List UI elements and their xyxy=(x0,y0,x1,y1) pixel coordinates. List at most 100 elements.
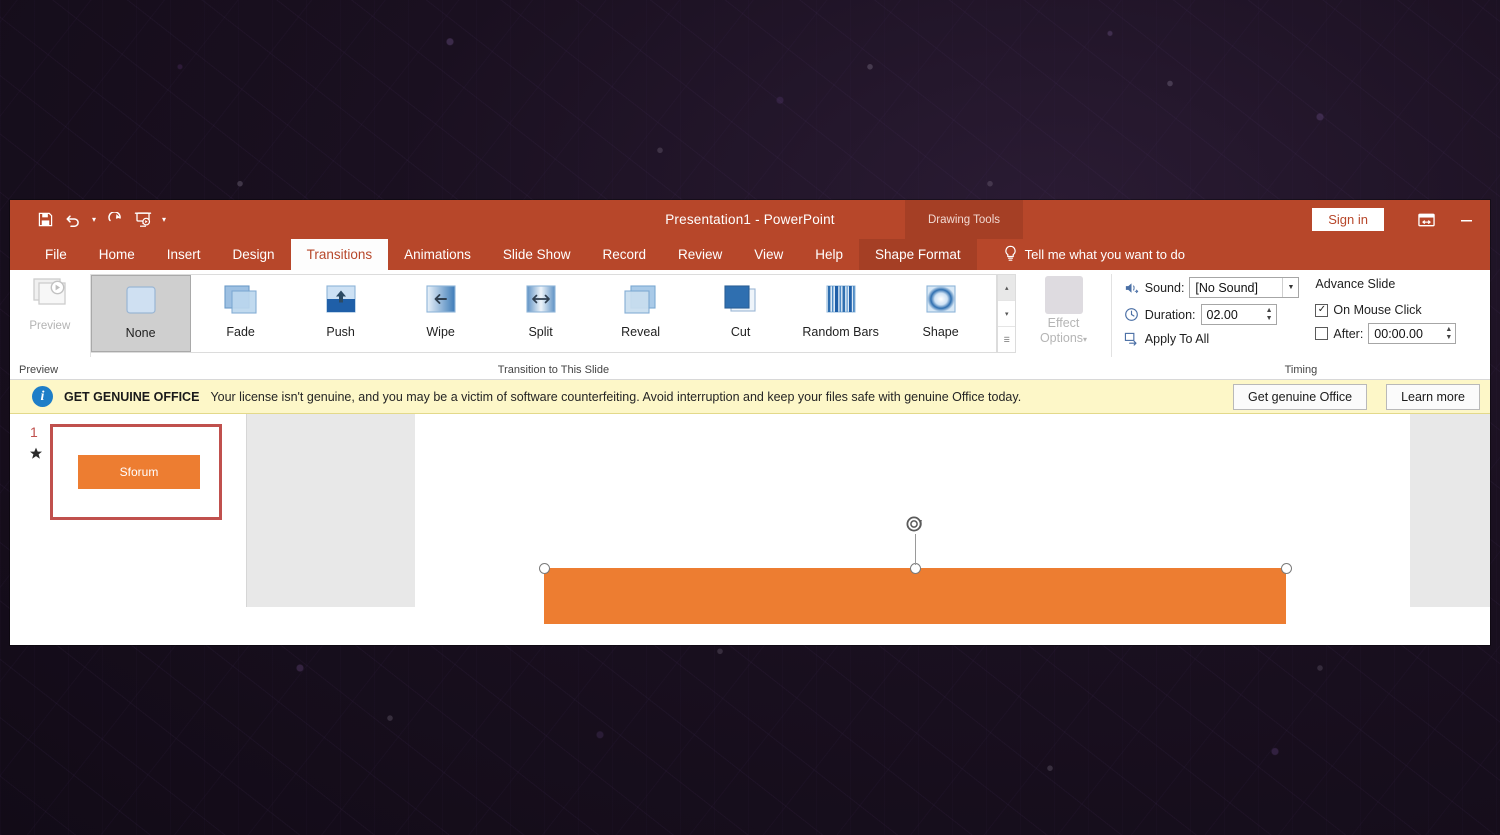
ribbon: Preview Preview None Fade Push Wipe Spli… xyxy=(10,270,1490,380)
ribbon-group-timing: Sound: [No Sound] ▼ Duration: 02.00 ▲ ▼ … xyxy=(1112,270,1490,379)
learn-more-button[interactable]: Learn more xyxy=(1386,383,1480,410)
transition-wipe-label: Wipe xyxy=(426,325,455,339)
notification-message: Your license isn't genuine, and you may … xyxy=(210,389,1022,404)
window-title: Presentation1 - PowerPoint xyxy=(665,212,835,227)
slides-thumbnail-pane: 1 Sforum xyxy=(10,414,247,607)
tab-animations[interactable]: Animations xyxy=(388,239,487,270)
sound-combobox[interactable]: [No Sound] ▼ xyxy=(1189,277,1300,298)
transition-none[interactable]: None xyxy=(90,275,191,352)
tab-view[interactable]: View xyxy=(738,239,799,270)
transitions-group-label: Transition to This Slide xyxy=(497,364,610,376)
sound-dropdown-caret[interactable]: ▼ xyxy=(1282,278,1298,297)
gallery-scroll-up[interactable]: ▴ xyxy=(998,275,1016,301)
ribbon-display-options-icon[interactable] xyxy=(1406,200,1446,239)
on-mouse-click-checkbox[interactable]: ✓ xyxy=(1315,303,1329,317)
transition-reveal[interactable]: Reveal xyxy=(591,275,691,352)
save-icon[interactable] xyxy=(32,207,58,233)
tab-help[interactable]: Help xyxy=(799,239,859,270)
effect-options-icon xyxy=(1044,276,1083,314)
transition-cut-label: Cut xyxy=(730,325,751,339)
tell-me-search[interactable]: Tell me what you want to do xyxy=(977,239,1185,270)
transition-split[interactable]: Split xyxy=(491,275,591,352)
ribbon-group-effect-options: Effect Options▾ xyxy=(1016,270,1111,379)
gallery-scroll-controls[interactable]: ▴ ▾ ☰ xyxy=(997,274,1017,353)
duration-spinbox[interactable]: 02.00 ▲ ▼ xyxy=(1200,304,1277,325)
rotate-handle-icon[interactable] xyxy=(904,513,926,535)
tab-home[interactable]: Home xyxy=(83,239,151,270)
transitions-gallery[interactable]: None Fade Push Wipe Split Reveal Cut Ran… xyxy=(90,274,998,353)
slide-canvas[interactable] xyxy=(415,414,1410,624)
tab-insert[interactable]: Insert xyxy=(151,239,217,270)
shape-thumb xyxy=(920,284,962,320)
after-spinner[interactable]: ▲ ▼ xyxy=(1442,326,1455,342)
gallery-scroll-down[interactable]: ▾ xyxy=(998,301,1016,327)
ribbon-tab-strip: File Home Insert Design Transitions Anim… xyxy=(10,239,1490,270)
effect-options-caret[interactable]: ▾ xyxy=(1083,335,1087,344)
fade-thumb xyxy=(220,284,262,320)
transition-shape-label: Shape xyxy=(922,325,959,339)
start-from-beginning-icon[interactable] xyxy=(130,207,156,233)
reveal-thumb xyxy=(620,284,662,320)
info-icon: i xyxy=(32,386,53,407)
transition-shape[interactable]: Shape xyxy=(891,275,991,352)
sound-value: [No Sound] xyxy=(1195,280,1258,295)
rotation-handle-stem xyxy=(914,534,916,565)
sign-in-button[interactable]: Sign in xyxy=(1312,208,1384,231)
duration-spinner[interactable]: ▲ ▼ xyxy=(1263,307,1276,323)
tab-slide-show[interactable]: Slide Show xyxy=(487,239,587,270)
transition-split-label: Split xyxy=(528,325,553,339)
apply-to-all-icon xyxy=(1124,331,1140,347)
preview-group-label: Preview xyxy=(19,364,59,376)
selection-handle-top-left[interactable] xyxy=(538,562,550,574)
after-spinbox[interactable]: 00:00.00 ▲ ▼ xyxy=(1368,323,1457,344)
transition-fade[interactable]: Fade xyxy=(191,275,291,352)
gallery-more-button[interactable]: ☰ xyxy=(998,327,1015,352)
lightbulb-icon xyxy=(1003,245,1018,265)
push-thumb xyxy=(320,284,362,320)
genuine-office-notification-bar: i GET GENUINE OFFICE Your license isn't … xyxy=(10,380,1490,414)
sound-row: Sound: [No Sound] ▼ xyxy=(1124,277,1300,298)
tab-review[interactable]: Review xyxy=(662,239,738,270)
timing-group-label: Timing xyxy=(1284,364,1318,376)
sound-label: Sound: xyxy=(1144,280,1185,295)
undo-icon[interactable] xyxy=(60,207,86,233)
thumbnail-shape-text: Sforum xyxy=(78,455,200,489)
selected-shape[interactable] xyxy=(544,568,1286,624)
slide-thumbnail-1[interactable]: Sforum xyxy=(50,424,222,520)
transition-cut[interactable]: Cut xyxy=(691,275,791,352)
after-checkbox[interactable] xyxy=(1315,327,1329,340)
effect-options-button[interactable]: Effect Options▾ xyxy=(1026,276,1102,347)
notification-headline: GET GENUINE OFFICE xyxy=(64,389,200,404)
duration-row: Duration: 02.00 ▲ ▼ xyxy=(1124,304,1300,325)
clock-icon xyxy=(1124,307,1140,323)
apply-to-all-button[interactable]: Apply To All xyxy=(1124,331,1300,347)
on-mouse-click-row[interactable]: ✓ On Mouse Click xyxy=(1315,303,1456,317)
ribbon-group-preview: Preview Preview xyxy=(10,270,90,379)
split-thumb xyxy=(520,284,562,320)
tell-me-label: Tell me what you want to do xyxy=(1024,247,1186,262)
selection-handle-top-right[interactable] xyxy=(1280,562,1292,574)
title-bar: ▾ ▾ Presentation1 - PowerPoint Drawing T… xyxy=(10,200,1490,239)
tab-design[interactable]: Design xyxy=(217,239,291,270)
cut-thumb xyxy=(720,284,762,320)
transition-push-label: Push xyxy=(326,325,355,339)
tab-file[interactable]: File xyxy=(29,239,83,270)
tab-shape-format[interactable]: Shape Format xyxy=(859,239,977,270)
transition-random-bars[interactable]: Random Bars xyxy=(791,275,891,352)
undo-dropdown-caret[interactable]: ▾ xyxy=(88,215,100,224)
customize-qat-caret[interactable]: ▾ xyxy=(158,215,170,224)
minimize-icon[interactable] xyxy=(1446,200,1486,239)
redo-icon[interactable] xyxy=(102,207,128,233)
tab-transitions[interactable]: Transitions xyxy=(290,239,389,270)
slide-canvas-pane xyxy=(247,414,1490,624)
effect-options-label-line2: Options xyxy=(1039,331,1084,345)
preview-icon xyxy=(30,276,70,317)
tab-record[interactable]: Record xyxy=(586,239,662,270)
transition-push[interactable]: Push xyxy=(291,275,391,352)
advance-slide-column: Advance Slide ✓ On Mouse Click After: 00… xyxy=(1315,277,1457,347)
wipe-thumb xyxy=(420,284,462,320)
none-thumb xyxy=(120,285,162,321)
preview-button[interactable]: Preview xyxy=(14,276,86,332)
get-genuine-office-button[interactable]: Get genuine Office xyxy=(1233,383,1368,410)
transition-wipe[interactable]: Wipe xyxy=(391,275,491,352)
